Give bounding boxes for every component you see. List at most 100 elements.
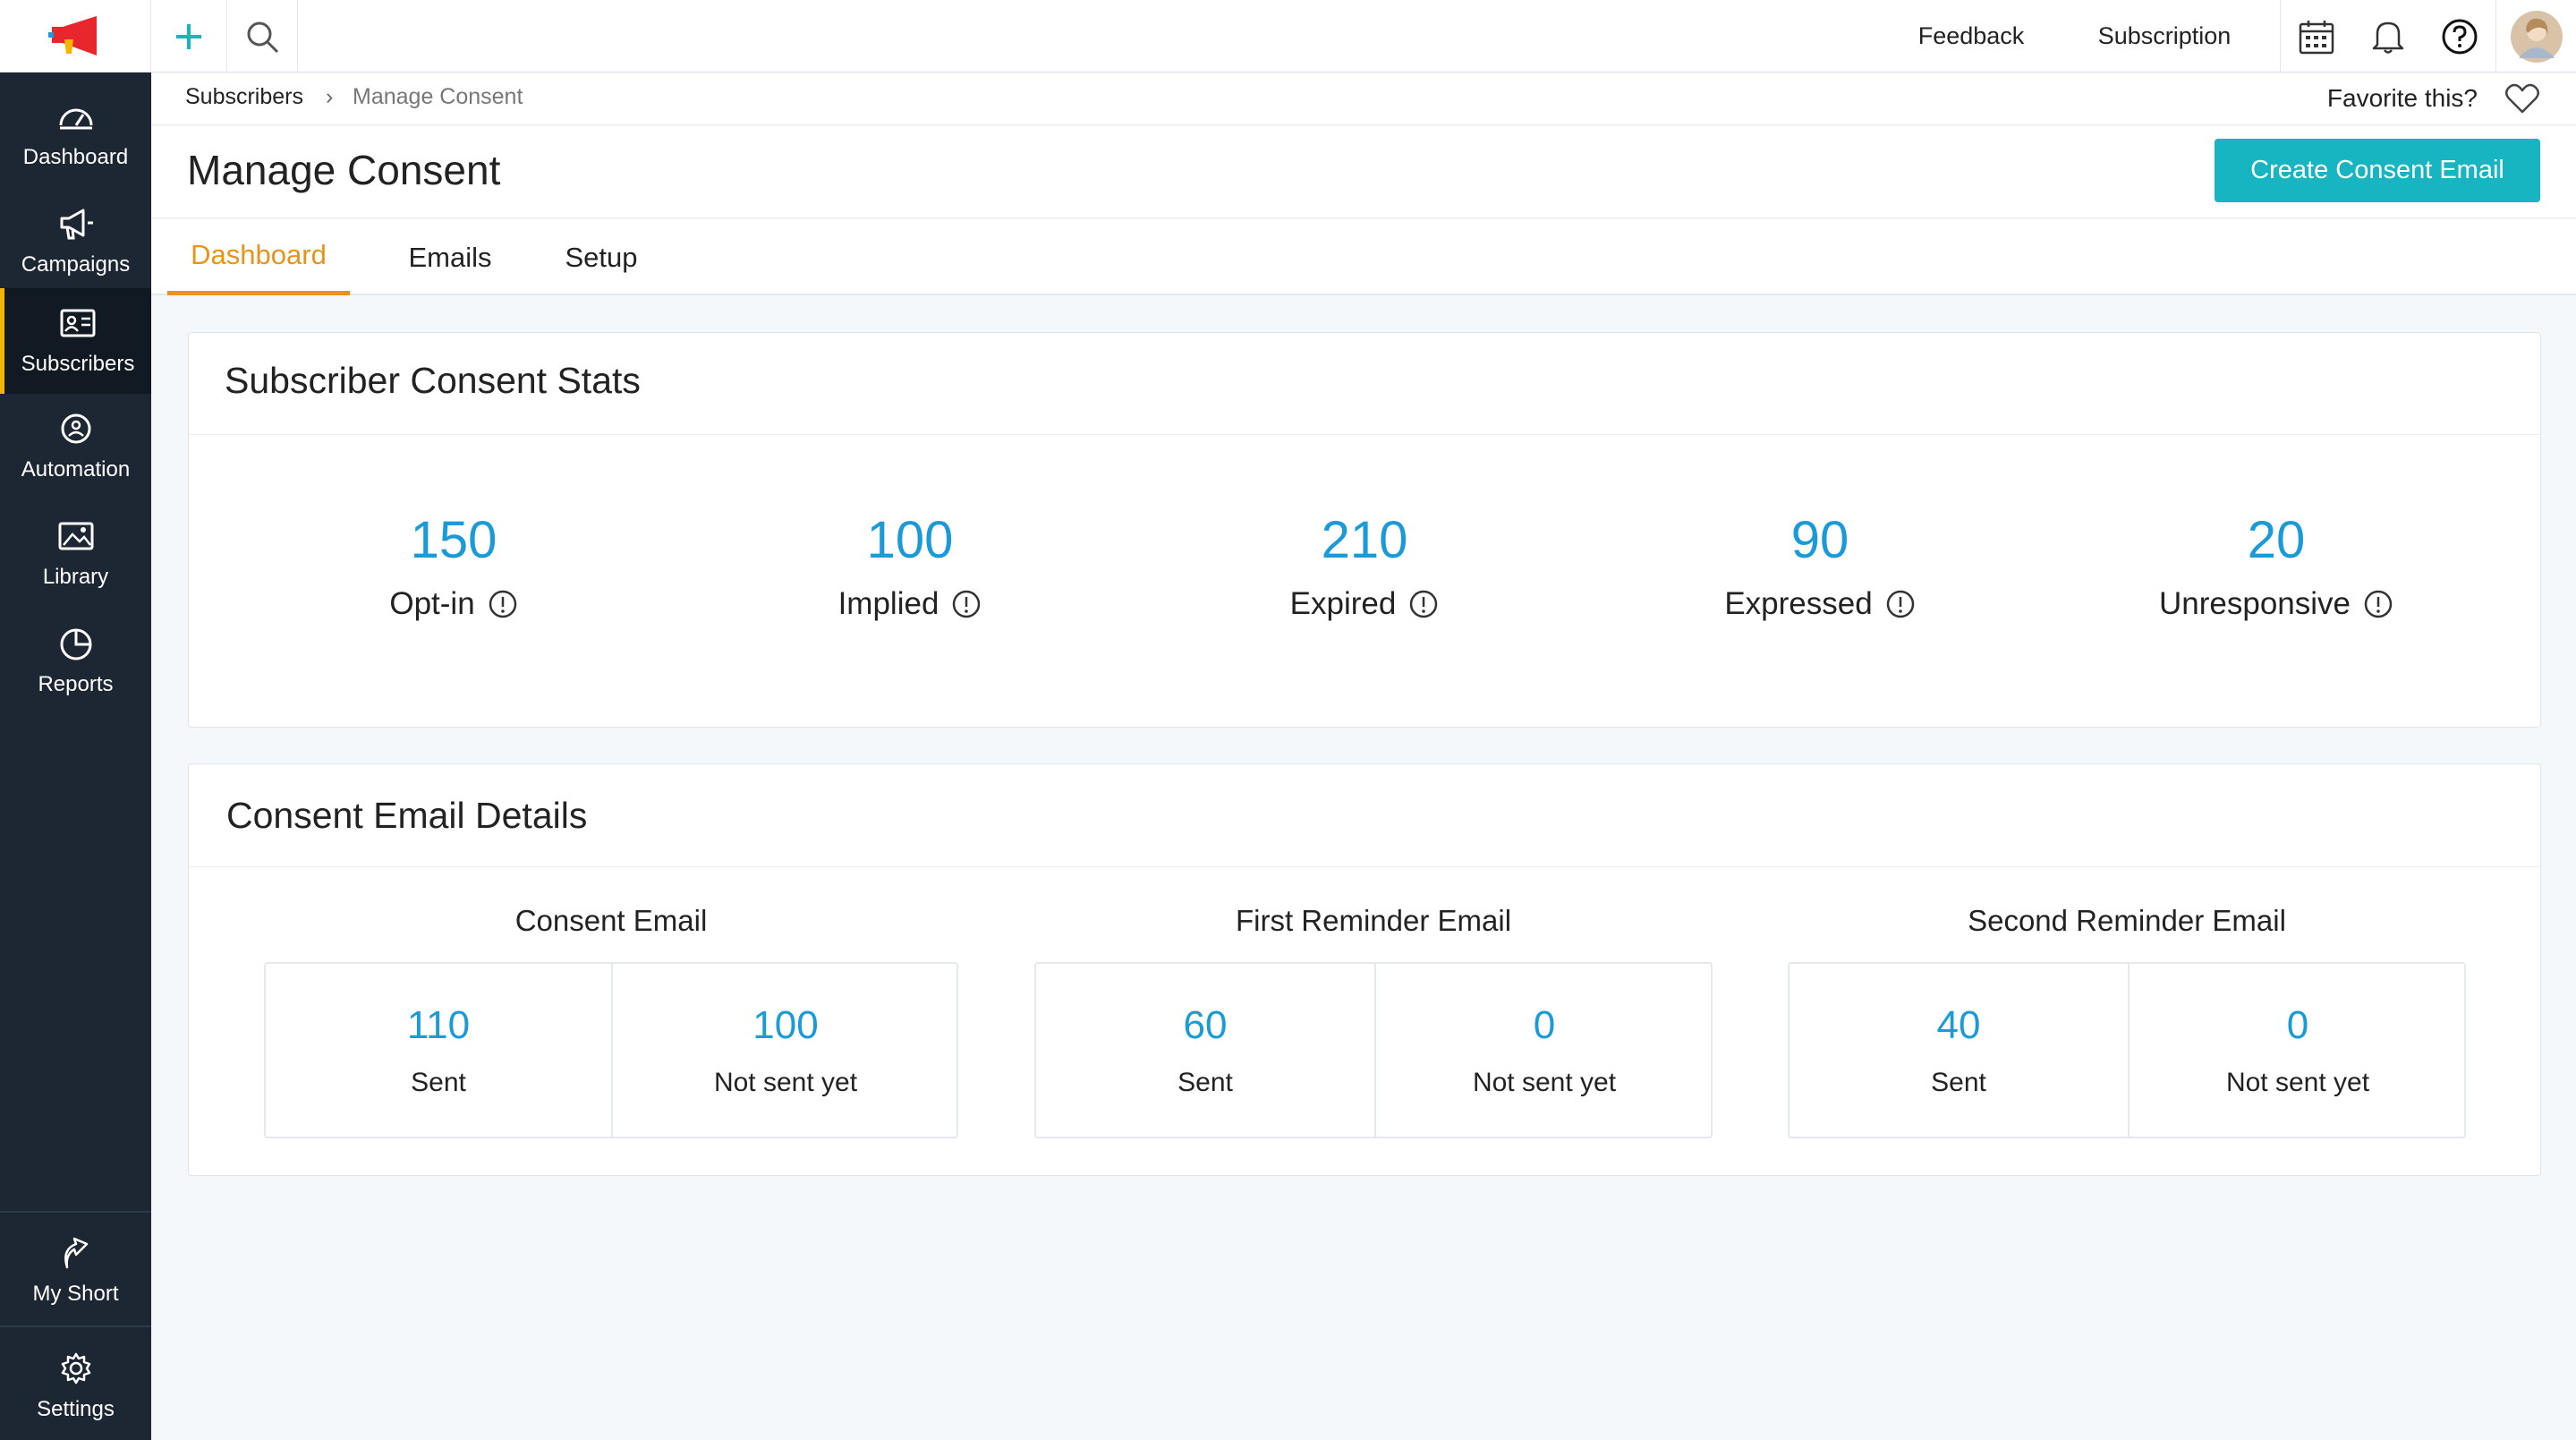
user-avatar-icon (2510, 10, 2563, 63)
not-sent-value: 0 (1533, 1003, 1556, 1047)
stat-value: 150 (410, 511, 497, 569)
stat-label: Expired (1289, 586, 1397, 621)
sidebar-item-automation[interactable]: Automation (0, 394, 151, 499)
sidebar-item-my-short[interactable]: My Short (0, 1217, 151, 1325)
stat-value: 210 (1321, 511, 1408, 569)
sidebar-item-dashboard[interactable]: Dashboard (0, 81, 151, 187)
not-sent-label: Not sent yet (2225, 1068, 2370, 1097)
card-title: Consent Email Details (226, 795, 588, 836)
sidebar-item-label: Library (42, 565, 109, 589)
stat-label-wrap: Unresponsive (2159, 586, 2393, 622)
info-icon[interactable] (951, 589, 982, 619)
sidebar: Dashboard Campaigns Subscribers Automati… (0, 0, 151, 1440)
sent-stat: 40 Sent (1790, 964, 2128, 1137)
not-sent-value: 100 (752, 1003, 819, 1047)
consent-email-details-card: Consent Email Details Consent Email 110 … (188, 763, 2541, 1176)
breadcrumb-separator: › (326, 84, 334, 109)
info-icon[interactable] (1408, 589, 1439, 619)
sidebar-item-subscribers[interactable]: Subscribers (0, 288, 151, 394)
not-sent-stat: 0 Not sent yet (1376, 964, 1713, 1137)
stat-label-wrap: Expired (1290, 586, 1440, 622)
sent-stat: 60 Sent (1036, 964, 1374, 1137)
tab-emails[interactable]: Emails (386, 219, 514, 295)
sidebar-item-label: Settings (37, 1396, 115, 1421)
card-title: Subscriber Consent Stats (225, 360, 641, 401)
search-button[interactable] (227, 0, 297, 72)
bell-icon (2372, 21, 2404, 54)
sidebar-item-reports[interactable]: Reports (0, 609, 151, 714)
sidebar-item-label: Campaigns (21, 252, 131, 277)
not-sent-label: Not sent yet (1472, 1068, 1617, 1097)
top-bar: Feedback Subscription (151, 0, 2576, 72)
breadcrumb: Subscribers › Manage Consent Favorite th… (151, 73, 2576, 125)
heart-icon[interactable] (2504, 82, 2540, 115)
stat-implied: 100 Implied (731, 510, 1089, 622)
card-divider (189, 866, 2540, 867)
sidebar-item-label: Dashboard (22, 145, 129, 169)
sidebar-item-library[interactable]: Library (0, 501, 151, 607)
info-icon[interactable] (488, 589, 518, 619)
megaphone-logo-icon (48, 16, 97, 55)
stat-label: Unresponsive (2159, 586, 2351, 621)
stat-opt-in: 150 Opt-in (275, 510, 633, 622)
breadcrumb-current: Manage Consent (353, 84, 523, 109)
group-title-consent-email: Consent Email (514, 904, 708, 937)
gear-icon (61, 1352, 90, 1384)
sidebar-item-label: Reports (38, 672, 114, 696)
topbar-separator (297, 0, 298, 72)
stat-value: 20 (2247, 511, 2306, 569)
calendar-icon (2299, 20, 2334, 54)
sidebar-divider (0, 1211, 151, 1213)
not-sent-label: Not sent yet (713, 1068, 858, 1097)
breadcrumb-subscribers-link[interactable]: Subscribers (185, 84, 303, 110)
app-logo[interactable] (0, 0, 151, 72)
shortcut-icon (64, 1237, 88, 1269)
megaphone-icon (60, 209, 93, 240)
stat-label: Implied (837, 586, 939, 621)
sidebar-item-settings[interactable]: Settings (0, 1332, 151, 1440)
sent-label: Sent (1177, 1068, 1233, 1097)
first-reminder-stats-box: 60 Sent 0 Not sent yet (1034, 962, 1713, 1138)
card-divider (189, 434, 2540, 435)
not-sent-stat: 100 Not sent yet (613, 964, 958, 1137)
stat-expressed: 90 Expressed (1641, 510, 1999, 622)
sent-stat: 110 Sent (266, 964, 611, 1137)
info-icon[interactable] (1885, 589, 1916, 619)
subscription-link[interactable]: Subscription (2075, 0, 2254, 72)
page-header: Manage Consent Create Consent Email (151, 126, 2576, 218)
consent-stats-card: Subscriber Consent Stats 150 Opt-in 100 … (188, 332, 2541, 728)
sidebar-item-label: My Short (32, 1282, 119, 1306)
calendar-button[interactable] (2281, 0, 2352, 72)
avatar[interactable] (2496, 0, 2576, 72)
sidebar-item-campaigns[interactable]: Campaigns (0, 189, 151, 294)
stat-label-wrap: Opt-in (389, 586, 517, 622)
stat-unresponsive: 20 Unresponsive (2097, 510, 2455, 622)
help-button[interactable] (2424, 0, 2495, 72)
sent-label: Sent (411, 1068, 466, 1097)
tab-dashboard[interactable]: Dashboard (167, 219, 350, 295)
not-sent-value: 0 (2286, 1003, 2309, 1047)
create-consent-email-button[interactable]: Create Consent Email (2215, 139, 2540, 202)
second-reminder-stats-box: 40 Sent 0 Not sent yet (1788, 962, 2466, 1138)
stat-value: 90 (1790, 511, 1849, 569)
add-button[interactable] (151, 0, 226, 72)
stat-label: Expressed (1724, 586, 1873, 621)
sidebar-item-label: Subscribers (21, 352, 135, 376)
notifications-button[interactable] (2352, 0, 2424, 72)
gauge-icon (59, 108, 92, 130)
stat-value: 100 (866, 511, 954, 569)
stat-expired: 210 Expired (1186, 510, 1543, 622)
contact-card-icon (60, 309, 96, 337)
plus-icon (176, 23, 201, 49)
favorite-label: Favorite this? (2326, 84, 2478, 112)
group-title-first-reminder: First Reminder Email (1235, 904, 1512, 937)
tab-setup[interactable]: Setup (538, 219, 665, 295)
pie-chart-icon (60, 628, 91, 660)
image-icon (58, 522, 93, 550)
stat-label-wrap: Expressed (1724, 586, 1915, 622)
feedback-link[interactable]: Feedback (1900, 0, 2043, 72)
info-icon[interactable] (2363, 589, 2393, 619)
not-sent-stat: 0 Not sent yet (2130, 964, 2466, 1137)
sent-value: 110 (406, 1003, 471, 1047)
automation-icon (61, 413, 90, 444)
